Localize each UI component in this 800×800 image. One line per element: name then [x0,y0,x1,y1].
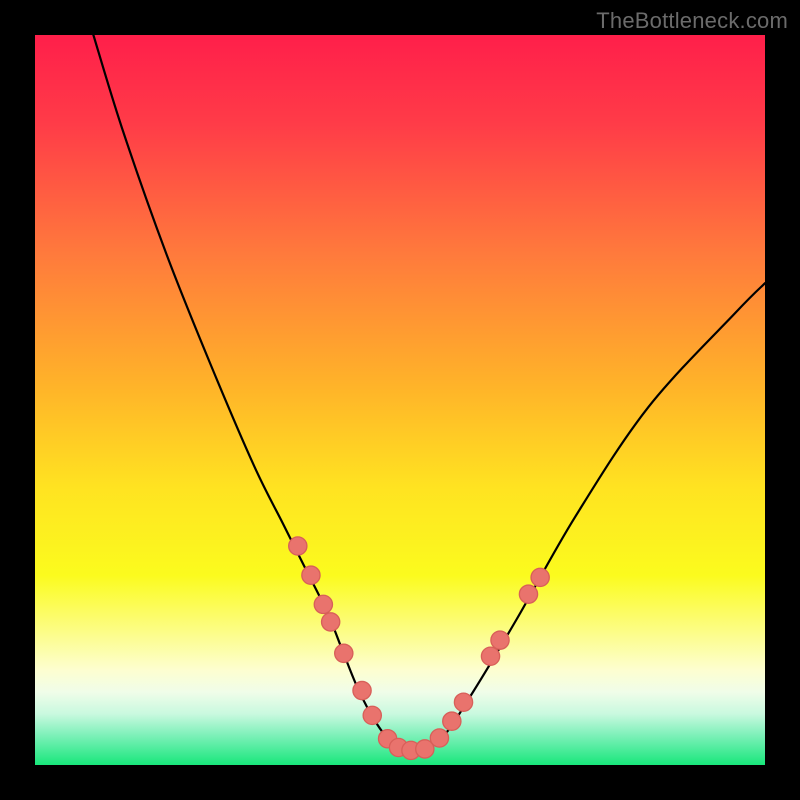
marker-dot [491,631,509,649]
marker-dot [302,566,320,584]
marker-dot [454,693,472,711]
marker-dot [289,537,307,555]
marker-dot [314,595,332,613]
marker-dot [322,613,340,631]
curve-layer [35,35,765,765]
plot-area [35,35,765,765]
chart-stage: TheBottleneck.com [0,0,800,800]
marker-dot [363,706,381,724]
bottleneck-curve [93,35,765,752]
marker-dot [430,729,448,747]
marker-dot [531,568,549,586]
marker-dot [519,585,537,603]
marker-dot [335,644,353,662]
marker-dot [443,712,461,730]
watermark-label: TheBottleneck.com [596,8,788,34]
curve-markers [289,537,550,760]
marker-dot [353,681,371,699]
marker-dot [481,647,499,665]
